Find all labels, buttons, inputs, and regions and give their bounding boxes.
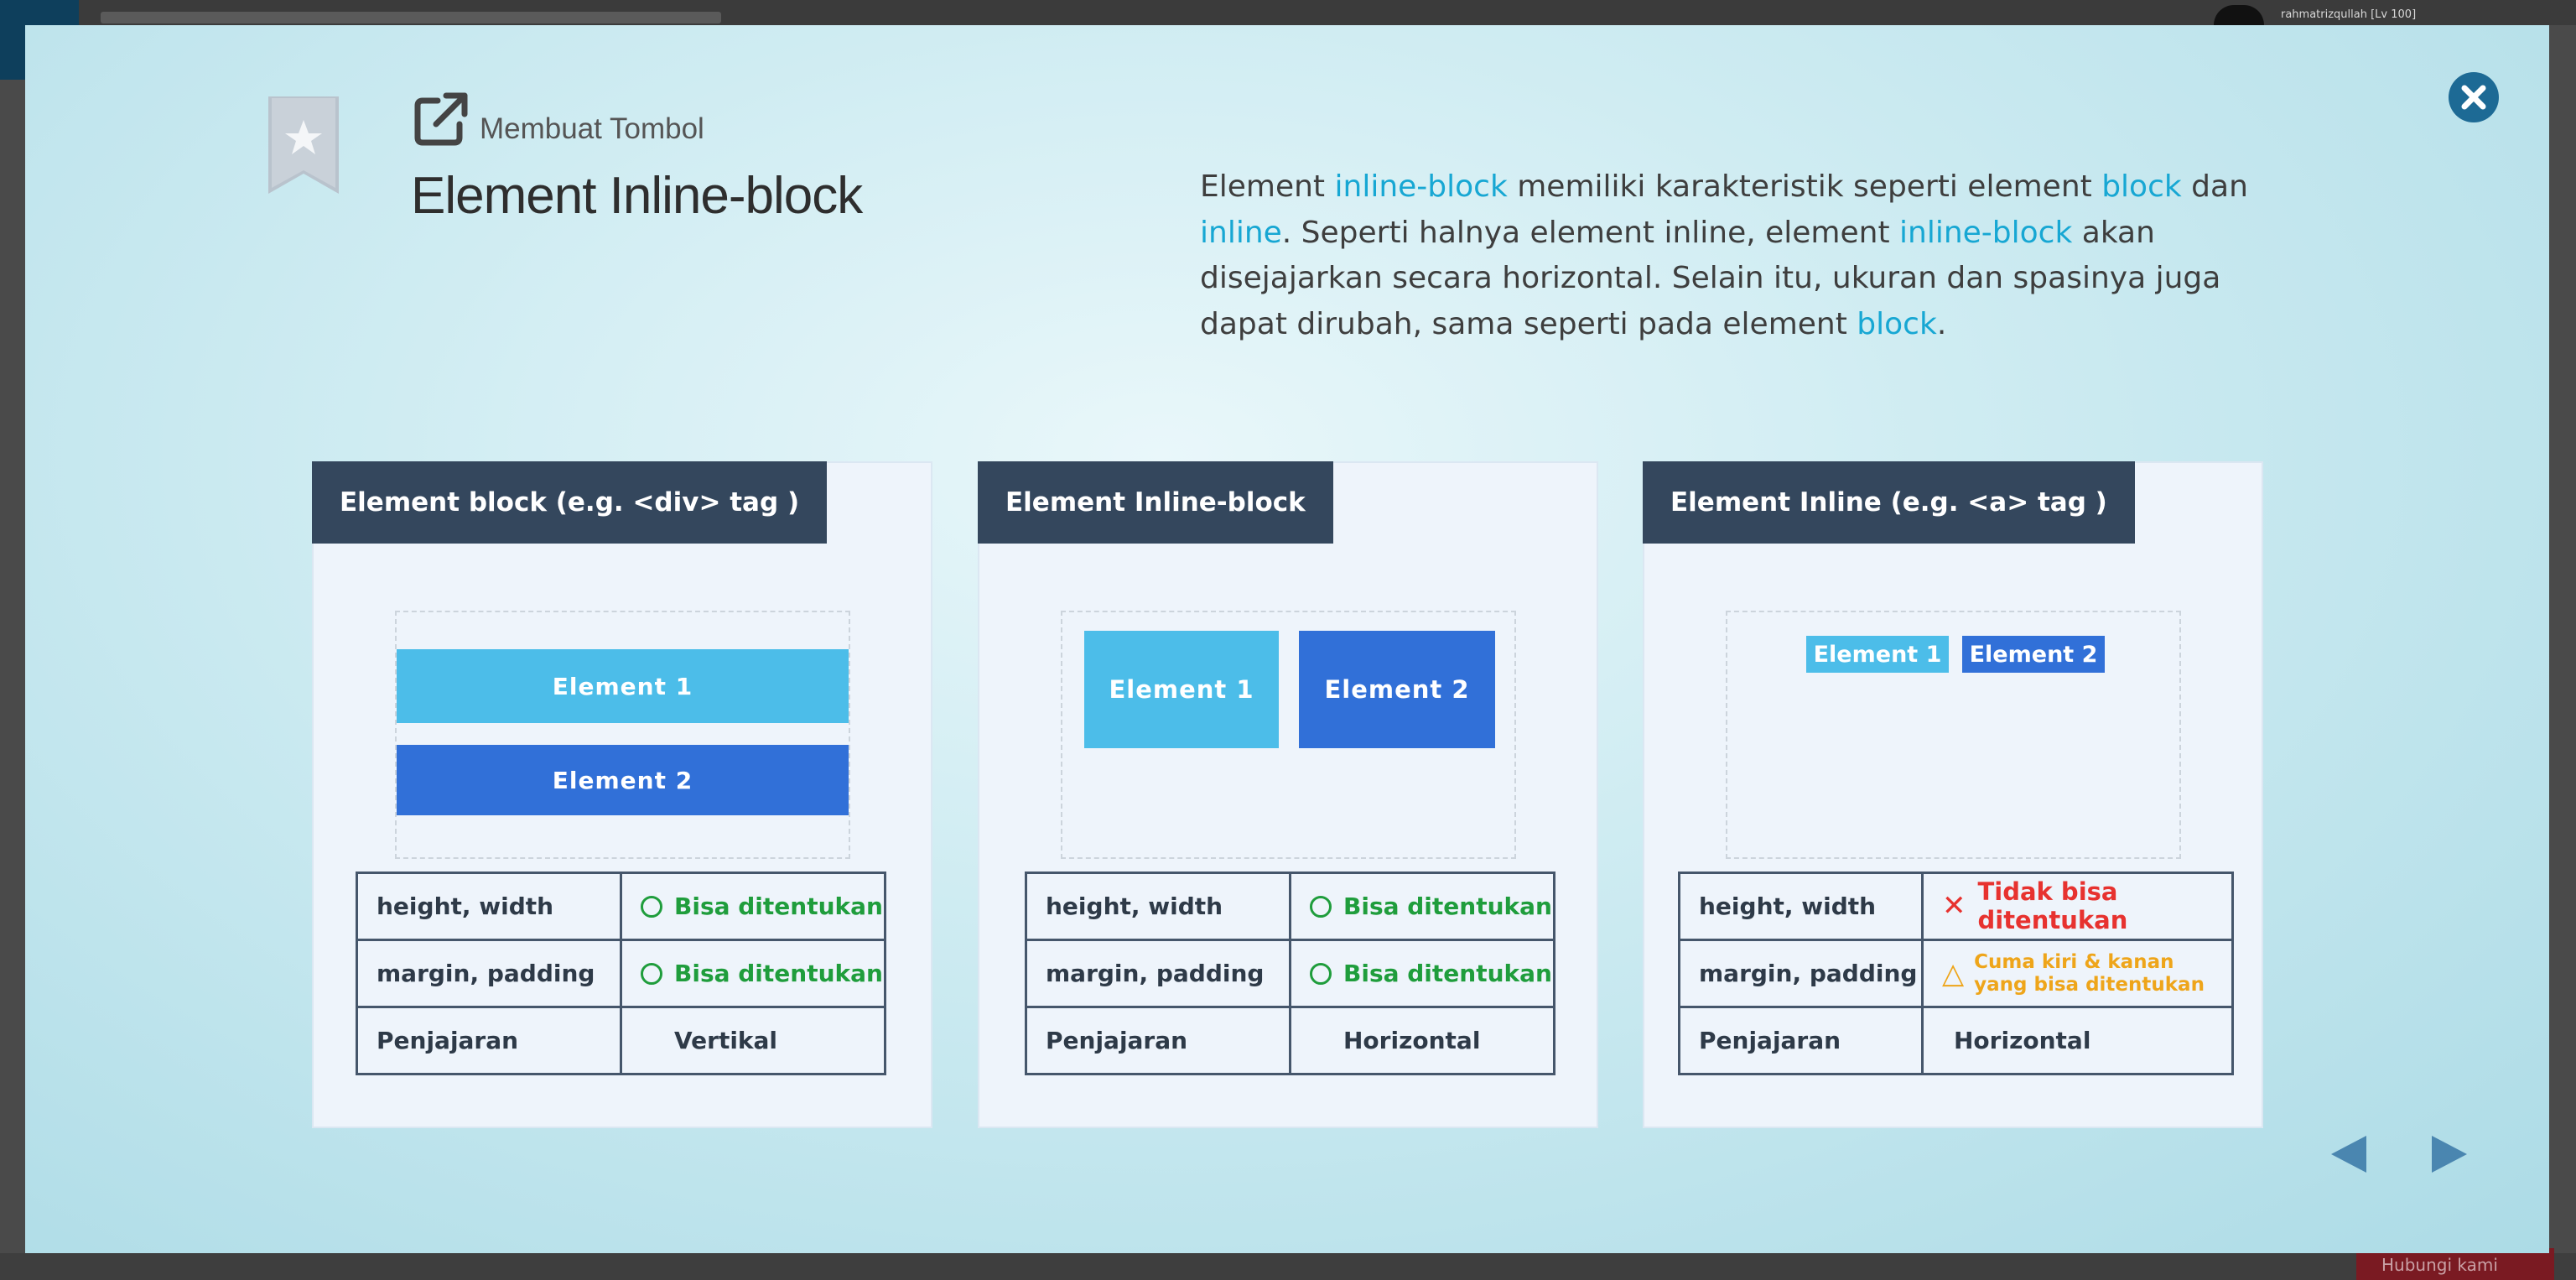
circle-ok-icon xyxy=(641,896,662,918)
value-line: yang bisa ditentukan xyxy=(1974,973,2205,996)
lesson-description: Element inline-block memiliki karakteris… xyxy=(1200,164,2290,347)
panel-inline-block: Element Inline-block Element 1 Element 2… xyxy=(978,461,1598,1128)
desc-text: dan xyxy=(2181,169,2248,204)
prev-arrow-icon[interactable] xyxy=(2329,1134,2368,1174)
star-bookmark-icon[interactable] xyxy=(268,96,339,194)
property-label: Penjajaran xyxy=(1678,1006,1924,1075)
desc-highlight: inline-block xyxy=(1899,215,2073,250)
properties-table: height, width Bisa ditentukan margin, pa… xyxy=(1025,872,1555,1075)
table-row: height, width Bisa ditentukan xyxy=(356,872,886,941)
value-line: ditentukan xyxy=(1977,905,2128,934)
property-value-text: Vertikal xyxy=(674,1027,778,1054)
demo-box: Element 1 Element 2 xyxy=(1726,611,2181,859)
property-value: ✕ Tidak bisa ditentukan xyxy=(1921,872,2234,941)
table-row: Penjajaran Horizontal xyxy=(1025,1006,1555,1075)
properties-table: height, width Bisa ditentukan margin, pa… xyxy=(356,872,886,1075)
properties-table: height, width ✕ Tidak bisa ditentukan marg… xyxy=(1678,872,2234,1075)
panel-header: Element Inline (e.g. <a> tag ) xyxy=(1643,461,2135,544)
property-label: height, width xyxy=(1678,872,1924,941)
circle-ok-icon xyxy=(641,963,662,985)
desc-text: . xyxy=(1936,306,1947,341)
panel-header: Element block (e.g. <div> tag ) xyxy=(312,461,828,544)
table-row: height, width ✕ Tidak bisa ditentukan xyxy=(1678,872,2234,941)
property-value-text: Bisa ditentukan xyxy=(1343,960,1552,987)
cross-icon: ✕ xyxy=(1942,888,1966,923)
property-value: Vertikal xyxy=(620,1006,886,1075)
property-value-text: Horizontal xyxy=(1343,1027,1481,1054)
demo-box: Element 1 Element 2 xyxy=(395,611,850,859)
property-label: Penjajaran xyxy=(356,1006,622,1075)
property-value-text: Bisa ditentukan xyxy=(674,960,883,987)
external-link-icon xyxy=(414,92,468,146)
desc-text: memiliki karakteristik seperti element xyxy=(1507,169,2102,204)
element-1-box: Element 1 xyxy=(1806,636,1949,673)
property-label: Penjajaran xyxy=(1025,1006,1291,1075)
property-value-text: Cuma kiri & kanan yang bisa ditentukan xyxy=(1974,951,2205,996)
circle-ok-icon xyxy=(1310,963,1332,985)
desc-highlight: block xyxy=(2101,169,2182,204)
desc-highlight: inline xyxy=(1200,215,1282,250)
lesson-modal: Membuat Tombol Element Inline-block Elem… xyxy=(25,25,2549,1253)
property-value: △ Cuma kiri & kanan yang bisa ditentukan xyxy=(1921,939,2234,1008)
property-value-text: Horizontal xyxy=(1954,1027,2091,1054)
element-2-box: Element 2 xyxy=(397,745,849,815)
property-value: Bisa ditentukan xyxy=(1289,939,1555,1008)
value-line: Cuma kiri & kanan xyxy=(1974,951,2174,974)
table-row: margin, padding Bisa ditentukan xyxy=(356,939,886,1008)
property-label: margin, padding xyxy=(1678,939,1924,1008)
panel-header: Element Inline-block xyxy=(978,461,1333,544)
table-row: height, width Bisa ditentukan xyxy=(1025,872,1555,941)
background-user-label: rahmatrizqullah [Lv 100] xyxy=(2281,8,2417,21)
panel-block: Element block (e.g. <div> tag ) Element … xyxy=(312,461,932,1128)
element-1-box: Element 1 xyxy=(397,649,849,723)
background-bottombar xyxy=(0,1253,2576,1280)
lesson-subtitle: Membuat Tombol xyxy=(480,112,704,145)
property-value: Bisa ditentukan xyxy=(1289,872,1555,941)
page-title: Element Inline-block xyxy=(411,167,863,225)
warning-triangle-icon: △ xyxy=(1942,956,1965,991)
table-row: Penjajaran Horizontal xyxy=(1678,1006,2234,1075)
desc-text: Element xyxy=(1200,169,1335,204)
circle-ok-icon xyxy=(1310,896,1332,918)
property-value: Bisa ditentukan xyxy=(620,939,886,1008)
desc-highlight: inline-block xyxy=(1334,169,1508,204)
property-value-text: Bisa ditentukan xyxy=(674,892,883,920)
property-value: Horizontal xyxy=(1921,1006,2234,1075)
table-row: margin, padding △ Cuma kiri & kanan yang b… xyxy=(1678,939,2234,1008)
property-value-text: Bisa ditentukan xyxy=(1343,892,1552,920)
table-row: margin, padding Bisa ditentukan xyxy=(1025,939,1555,1008)
property-label: height, width xyxy=(356,872,622,941)
value-line: Tidak bisa xyxy=(1977,877,2118,907)
panel-inline: Element Inline (e.g. <a> tag ) Element 1… xyxy=(1643,461,2263,1128)
next-arrow-icon[interactable] xyxy=(2430,1134,2469,1174)
property-label: height, width xyxy=(1025,872,1291,941)
property-value-text: Tidak bisa ditentukan xyxy=(1977,877,2128,934)
background-search-bar xyxy=(101,12,721,23)
element-2-box: Element 2 xyxy=(1299,631,1495,748)
property-label: margin, padding xyxy=(356,939,622,1008)
property-label: margin, padding xyxy=(1025,939,1291,1008)
table-row: Penjajaran Vertikal xyxy=(356,1006,886,1075)
desc-text: . Seperti halnya element inline, element xyxy=(1281,215,1900,250)
demo-box: Element 1 Element 2 xyxy=(1061,611,1516,859)
desc-highlight: block xyxy=(1857,306,1937,341)
property-value: Horizontal xyxy=(1289,1006,1555,1075)
element-2-box: Element 2 xyxy=(1962,636,2105,673)
property-value: Bisa ditentukan xyxy=(620,872,886,941)
element-1-box: Element 1 xyxy=(1084,631,1279,748)
close-icon[interactable] xyxy=(2447,70,2501,124)
